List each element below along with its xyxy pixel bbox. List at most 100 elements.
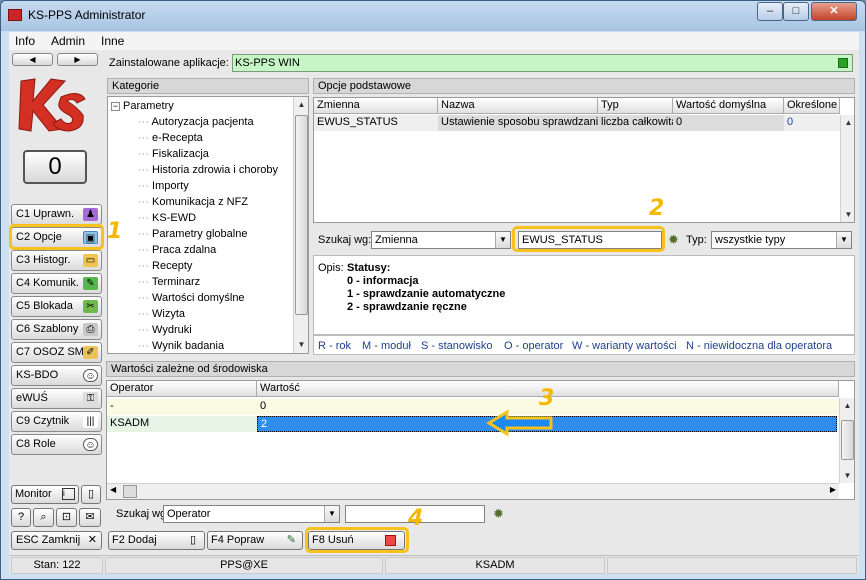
scroll-up-icon[interactable]: ▲ (840, 398, 854, 413)
installed-apps-field[interactable]: KS-PPS WIN (232, 54, 853, 72)
tree-item[interactable]: ··· Recepty (138, 260, 192, 272)
c3-histogr-button[interactable]: C3 Histogr. ▭ (11, 250, 102, 271)
tree-root[interactable]: − Parametry (111, 100, 174, 112)
tree-item[interactable]: ··· Praca zdalna (138, 244, 216, 256)
button-label: C5 Blokada (16, 300, 73, 312)
env-hscrollbar[interactable]: ◀ ▶ (107, 483, 839, 499)
phone-button[interactable]: ▯ (81, 485, 101, 504)
esc-close-button[interactable]: ESC Zamknij ✕ (11, 531, 102, 550)
col-operator[interactable]: Operator (107, 381, 257, 397)
tree-connector-icon: ··· (138, 196, 153, 208)
status-empty (607, 557, 857, 574)
sms-icon: ✐ (83, 346, 98, 359)
scroll-left-icon[interactable]: ◀ (110, 485, 116, 494)
tree-item[interactable]: ··· Terminarz (138, 276, 200, 288)
minimize-button[interactable]: – (757, 2, 783, 21)
table-row[interactable]: EWUS_STATUS Ustawienie sposobu sprawdzan… (314, 115, 840, 131)
table-row[interactable]: - 0 (107, 399, 839, 415)
mail-button[interactable]: ✉ (79, 508, 101, 527)
scroll-down-icon[interactable]: ▼ (294, 337, 308, 352)
tree-item[interactable]: ··· Autoryzacja pacjenta (138, 116, 254, 128)
search-by-value: Zmienna (375, 234, 418, 246)
tree-item[interactable]: ··· e-Recepta (138, 132, 203, 144)
scroll-thumb[interactable] (295, 115, 308, 315)
scroll-thumb[interactable] (841, 420, 854, 460)
folder-icon: ▭ (83, 254, 98, 267)
col-typ[interactable]: Typ (598, 98, 673, 114)
printer-icon: ⎙ (83, 323, 98, 336)
chevron-down-icon[interactable]: ▼ (836, 232, 851, 248)
col-zmienna[interactable]: Zmienna (314, 98, 438, 114)
table-row[interactable]: KSADM 2 (107, 416, 839, 432)
tree-item[interactable]: ··· Importy (138, 180, 189, 192)
installed-apps-bar: Zainstalowane aplikacje: KS-PPS WIN (107, 53, 855, 73)
c9-czytnik-button[interactable]: C9 Czytnik ||| (11, 411, 102, 432)
search-gear-icon[interactable]: ✹ (668, 232, 679, 248)
nav-prev-button[interactable]: ◀ (12, 53, 53, 66)
bottom-search-gear-icon[interactable]: ✹ (493, 506, 504, 522)
tree-item[interactable]: ··· Historia zdrowia i choroby (138, 164, 278, 176)
scroll-up-icon[interactable]: ▲ (294, 97, 308, 112)
lock-tool-icon: ✂ (83, 300, 98, 313)
menu-info[interactable]: Info (15, 34, 35, 48)
col-nazwa[interactable]: Nazwa (438, 98, 598, 114)
cell-zmienna: EWUS_STATUS (314, 115, 438, 131)
env-vscrollbar[interactable]: ▲ ▼ (839, 398, 854, 483)
scroll-right-icon[interactable]: ▶ (830, 485, 836, 494)
options-scrollbar[interactable]: ▲ ▼ (840, 115, 854, 222)
add-button[interactable]: F2 Dodaj ▯ (108, 531, 205, 550)
tree-item[interactable]: ··· Wydruki (138, 324, 192, 336)
calc-button[interactable]: ⊡ (56, 508, 77, 527)
tree-item-label: Wartości domyślne (152, 292, 245, 304)
c7-osoz-sms-button[interactable]: C7 OSOZ SMS ✐ (11, 342, 102, 363)
close-button[interactable]: ✕ (811, 2, 857, 21)
scroll-thumb[interactable] (123, 485, 137, 498)
maximize-button[interactable]: □ (783, 2, 809, 21)
type-select[interactable]: wszystkie typy ▼ (711, 231, 852, 249)
ks-bdo-button[interactable]: KS-BDO ☺ (11, 365, 102, 386)
monitor-button[interactable]: Monitor i (11, 485, 79, 504)
collapse-icon[interactable]: − (111, 101, 120, 111)
c1-uprawn-button[interactable]: C1 Uprawn. ♟ (11, 204, 102, 225)
tree-item[interactable]: ··· KS-EWD (138, 212, 196, 224)
c6-szablony-button[interactable]: C6 Szablony ⎙ (11, 319, 102, 340)
tree-item[interactable]: ··· Wizyta (138, 308, 185, 320)
col-okreslone[interactable]: Określone (784, 98, 840, 114)
legend-item: S - stanowisko (421, 340, 493, 352)
cell-operator: KSADM (107, 416, 257, 432)
tree-item[interactable]: ··· Wartości domyślne (138, 292, 245, 304)
search-button[interactable]: ⌕ (33, 508, 54, 527)
nav-next-button[interactable]: ▶ (57, 53, 98, 66)
scroll-down-icon[interactable]: ▼ (840, 468, 854, 483)
scroll-up-icon[interactable]: ▲ (841, 115, 854, 130)
search-by-select[interactable]: Zmienna ▼ (371, 231, 511, 249)
options-grid: Zmienna Nazwa Typ Wartość domyślna Okreś… (313, 97, 855, 223)
ewus-button[interactable]: eWUŚ ⚿ (11, 388, 102, 409)
c4-komunik-button[interactable]: C4 Komunik. ✎ (11, 273, 102, 294)
button-label: C1 Uprawn. (16, 208, 75, 220)
col-wartosc-domyslna[interactable]: Wartość domyślna (673, 98, 784, 114)
c5-blokada-button[interactable]: C5 Blokada ✂ (11, 296, 102, 317)
annotation-arrow (486, 409, 553, 437)
tree-item-label: Terminarz (151, 276, 201, 288)
padlock-icon: ⚿ (83, 392, 98, 405)
c8-role-button[interactable]: C8 Role ☺ (11, 434, 102, 455)
chevron-down-icon[interactable]: ▼ (495, 232, 510, 248)
help-button[interactable]: ? (11, 508, 31, 527)
calculator-icon: ⊡ (61, 511, 72, 523)
env-header: Wartości zależne od środowiska (106, 361, 855, 377)
tree-scrollbar[interactable]: ▲ ▼ (293, 97, 308, 353)
status-user: KSADM (385, 557, 605, 574)
scroll-down-icon[interactable]: ▼ (841, 207, 854, 222)
tree-item[interactable]: ··· Fiskalizacja (138, 148, 209, 160)
menu-admin[interactable]: Admin (51, 34, 85, 48)
chevron-down-icon[interactable]: ▼ (324, 506, 339, 522)
tree-item[interactable]: ··· Wynik badania (138, 340, 224, 352)
edit-button[interactable]: F4 Popraw ✎ (207, 531, 303, 550)
desc-line-0: 0 - informacja (347, 275, 419, 287)
bottom-search-by-select[interactable]: Operator ▼ (163, 505, 340, 523)
tree-item[interactable]: ··· Komunikacja z NFZ (138, 196, 248, 208)
tree-item[interactable]: ··· Parametry globalne (138, 228, 247, 240)
menu-inne[interactable]: Inne (101, 34, 124, 48)
button-label: C8 Role (16, 438, 56, 450)
